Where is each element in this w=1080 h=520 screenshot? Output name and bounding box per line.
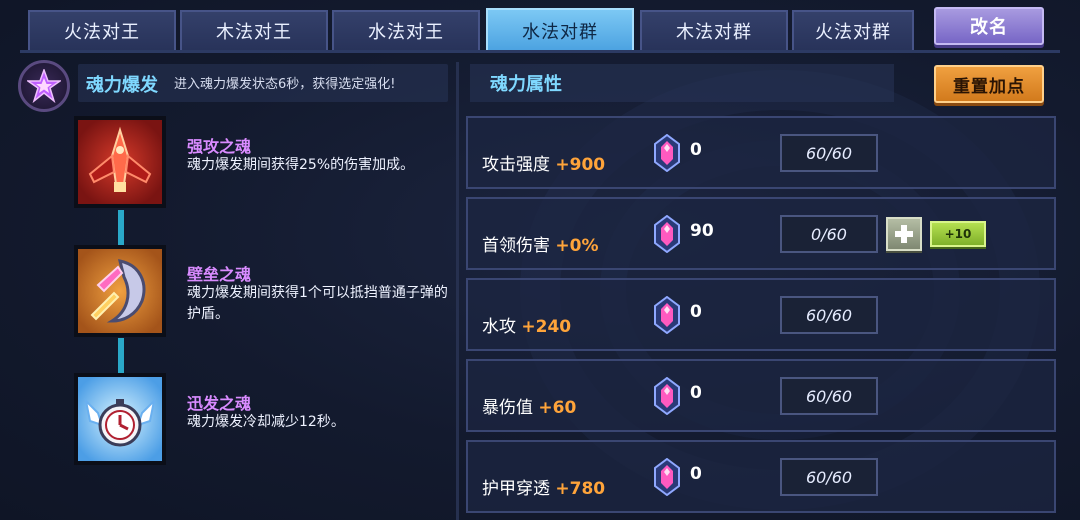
attribute-row-armor-pierce: 护甲穿透 +780 0 60/60 [466,440,1056,513]
star-crystal-icon [27,69,61,103]
tab-underline [20,50,1060,53]
attribute-label: 护甲穿透 [482,479,550,499]
soul-gem-icon [654,377,680,415]
skill-name-bulwark: 壁垒之魂 [187,265,252,284]
tab-fire-vs-boss[interactable]: 火法对王 [28,10,176,50]
reset-points-button[interactable]: 重置加点 [934,65,1044,103]
burst-title: 魂力爆发 [86,75,158,96]
panel-divider [456,62,459,520]
skill-name-strong-attack: 强攻之魂 [187,137,252,156]
skill-desc-bulwark: 魂力爆发期间获得1个可以抵挡普通子弹的护盾。 [187,285,448,322]
attribute-bonus: +240 [521,317,572,337]
skill-desc-strong-attack: 魂力爆发期间获得25%的伤害加成。 [187,157,415,173]
tab-wood-vs-boss[interactable]: 木法对王 [180,10,328,50]
soul-burst-icon[interactable] [18,60,70,112]
level-display: 60/60 [780,134,878,172]
attribute-label: 暴伤值 [482,398,533,418]
burst-description: 进入魂力爆发状态6秒，获得选定强化! [174,77,396,92]
tab-bar: 火法对王 木法对王 水法对王 水法对群 木法对群 火法对群 改名 [0,0,1080,54]
gem-count: 0 [690,140,702,160]
gem-count: 90 [690,221,714,241]
attribute-row-attack: 攻击强度 +900 0 60/60 [466,116,1056,189]
skill-name-swift: 迅发之魂 [187,394,252,413]
soul-gem-icon [654,215,680,253]
add-ten-points-button[interactable]: +10 [930,221,986,247]
skill-connector-1 [118,210,124,248]
attribute-name: 护甲穿透 +780 [482,474,605,499]
soul-gem-icon [654,458,680,496]
plus-icon [895,225,913,243]
skill-icon-strong-attack[interactable] [74,116,166,208]
level-display: 60/60 [780,458,878,496]
soul-gem-icon [654,296,680,334]
attribute-label: 水攻 [482,317,516,337]
tab-wood-vs-group[interactable]: 木法对群 [640,10,788,50]
attribute-name: 水攻 +240 [482,312,571,337]
gem-count: 0 [690,383,702,403]
attribute-name: 首领伤害 +0% [482,231,599,256]
level-display: 0/60 [780,215,878,253]
attribute-row-crit-damage: 暴伤值 +60 0 60/60 [466,359,1056,432]
attribute-bonus: +0% [555,236,599,256]
gem-count: 0 [690,464,702,484]
skill-icon-swift[interactable] [74,373,166,465]
rename-button[interactable]: 改名 [934,7,1044,45]
attribute-label: 首领伤害 [482,236,550,256]
red-winged-ship-icon [88,126,152,192]
add-point-button[interactable] [886,217,922,251]
attribute-row-water-attack: 水攻 +240 0 60/60 [466,278,1056,351]
level-display: 60/60 [780,377,878,415]
soul-gem-icon [654,134,680,172]
attribute-bonus: +60 [538,398,577,418]
skill-icon-bulwark[interactable] [74,245,166,337]
attribute-name: 攻击强度 +900 [482,150,605,175]
skill-desc-swift: 魂力爆发冷却减少12秒。 [187,414,345,430]
shield-crescent-icon [90,259,146,323]
attribute-name: 暴伤值 +60 [482,393,576,418]
attribute-label: 攻击强度 [482,155,550,175]
attribute-bonus: +900 [555,155,606,175]
attributes-header: 魂力属性 [470,64,894,102]
attribute-bonus: +780 [555,479,606,499]
attribute-row-boss-damage: 首领伤害 +0% 90 0/60 +10 [466,197,1056,270]
tab-water-vs-group[interactable]: 水法对群 [486,8,634,52]
level-display: 60/60 [780,296,878,334]
gem-count: 0 [690,302,702,322]
tab-fire-vs-group[interactable]: 火法对群 [792,10,914,50]
skill-connector-2 [118,338,124,378]
winged-clock-icon [84,397,156,447]
tab-water-vs-boss[interactable]: 水法对王 [332,10,480,50]
